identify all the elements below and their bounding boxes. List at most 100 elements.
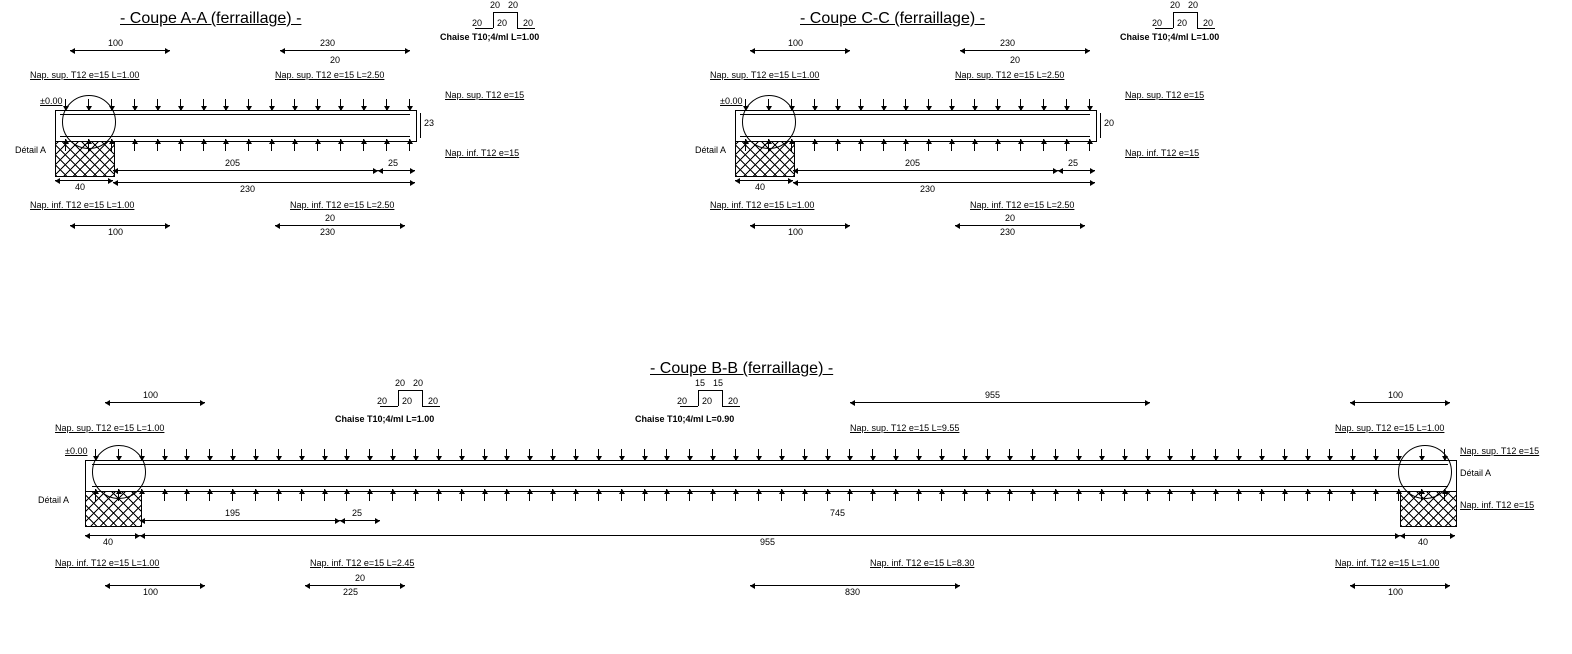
dim-bar — [340, 520, 380, 521]
dim-230: 230 — [1000, 38, 1015, 48]
level: ±0.00 — [720, 96, 742, 106]
dim-40: 40 — [75, 182, 85, 192]
dim-100-2: 100 — [788, 227, 803, 237]
c2-dim: 20 — [677, 396, 687, 406]
nap-inf-830: Nap. inf. T12 e=15 L=8.30 — [870, 558, 974, 568]
nap-inf-1: Nap. inf. T12 e=15 L=1.00 — [55, 558, 159, 568]
dim-25: 25 — [352, 508, 362, 518]
nap-inf-245: Nap. inf. T12 e=15 L=2.45 — [310, 558, 414, 568]
c1-dim: 20 — [377, 396, 387, 406]
detail-a: Détail A — [695, 145, 726, 155]
arrows-sup — [95, 489, 1445, 501]
dim-230-3: 230 — [320, 227, 335, 237]
section-a: - Coupe A-A (ferraillage) - 20 20 20 20 … — [0, 0, 600, 250]
rebar-bot — [92, 486, 1448, 487]
dim-20b: 20 — [1005, 213, 1015, 223]
ch-dim: 20 — [523, 18, 533, 28]
chaise1-label: Chaise T10;4/ml L=1.00 — [335, 414, 434, 424]
chaise-label: Chaise T10;4/ml L=1.00 — [440, 32, 539, 42]
dim-bar — [140, 520, 340, 521]
nap-inf-2: Nap. inf. T12 e=15 L=2.50 — [290, 200, 394, 210]
dim-bar — [275, 225, 405, 226]
c1-dim: 20 — [428, 396, 438, 406]
dim-bar — [750, 585, 960, 586]
ch-dim: 20 — [508, 0, 518, 10]
dim-25: 25 — [388, 158, 398, 168]
c2-dim: 20 — [702, 396, 712, 406]
chaise2-label: Chaise T10;4/ml L=0.90 — [635, 414, 734, 424]
nap-sup-1: Nap. sup. T12 e=15 L=1.00 — [55, 423, 164, 433]
dim-bar — [1350, 585, 1450, 586]
dim-bar — [1400, 535, 1455, 536]
dim-230-3: 230 — [1000, 227, 1015, 237]
nap-sup-label: Nap. sup. T12 e=15 — [1125, 90, 1204, 100]
detail-left — [92, 445, 146, 499]
title-c: - Coupe C-C (ferraillage) - — [800, 10, 985, 28]
dim-20r: 20 — [1104, 118, 1114, 128]
dim-205: 205 — [905, 158, 920, 168]
dim-bar — [105, 585, 205, 586]
ch-dim: 20 — [472, 18, 482, 28]
level: ±0.00 — [65, 446, 87, 456]
dim-bar — [85, 535, 140, 536]
dim-bar — [955, 225, 1085, 226]
detail-circle — [742, 95, 796, 149]
dim-225: 225 — [343, 587, 358, 597]
dim-bar — [750, 50, 850, 51]
ch-dim: 20 — [1177, 18, 1187, 28]
dim-40: 40 — [755, 182, 765, 192]
dim-230-2: 230 — [240, 184, 255, 194]
nap-sup-1: Nap. sup. T12 e=15 L=1.00 — [30, 70, 139, 80]
dim-23: 23 — [424, 118, 434, 128]
dim-bar — [113, 170, 378, 171]
c2-dim: 15 — [713, 378, 723, 388]
dim-bar — [140, 535, 1400, 536]
dim-bar — [105, 402, 205, 403]
ch-dim: 20 — [1170, 0, 1180, 10]
dim-bar — [850, 402, 1150, 403]
dim-100b: 100 — [143, 587, 158, 597]
dim-100d: 100 — [1388, 587, 1403, 597]
dim-bar — [750, 225, 850, 226]
dim-bar — [280, 50, 410, 51]
rebar-bot — [60, 136, 410, 137]
level: ±0.00 — [40, 96, 62, 106]
arrows-inf — [95, 449, 1445, 461]
nap-sup-1: Nap. sup. T12 e=15 L=1.00 — [710, 70, 819, 80]
dim-40r: 40 — [1418, 537, 1428, 547]
dim-bar — [70, 50, 170, 51]
dim-bar — [113, 182, 415, 183]
nap-inf-label: Nap. inf. T12 e=15 — [1460, 500, 1534, 510]
ch-dim: 20 — [1152, 18, 1162, 28]
c2-dim: 15 — [695, 378, 705, 388]
c1-dim: 20 — [413, 378, 423, 388]
dim-955b: 955 — [760, 537, 775, 547]
ch-dim: 20 — [1203, 18, 1213, 28]
nap-sup-955: Nap. sup. T12 e=15 L=9.55 — [850, 423, 959, 433]
dim-230: 230 — [320, 38, 335, 48]
dim-bar — [55, 180, 113, 181]
c1-dim: 20 — [402, 396, 412, 406]
dim-bar — [1058, 170, 1095, 171]
nap-inf-1: Nap. inf. T12 e=15 L=1.00 — [710, 200, 814, 210]
nap-sup-2: Nap. sup. T12 e=15 L=2.50 — [955, 70, 1064, 80]
detail-l-label: Détail A — [38, 495, 69, 505]
c2-dim: 20 — [728, 396, 738, 406]
arrows-sup — [65, 139, 410, 151]
rebar-top — [92, 464, 1448, 465]
detail-r-label: Détail A — [1460, 468, 1491, 478]
dim-100: 100 — [108, 38, 123, 48]
nap-inf-1: Nap. inf. T12 e=15 L=1.00 — [30, 200, 134, 210]
dim-955: 955 — [985, 390, 1000, 400]
section-b: - Coupe B-B (ferraillage) - 20 20 20 20 … — [0, 360, 1572, 650]
ch-dim: 20 — [497, 18, 507, 28]
nap-sup-2: Nap. sup. T12 e=15 L=2.50 — [275, 70, 384, 80]
nap-sup-r: Nap. sup. T12 e=15 L=1.00 — [1335, 423, 1444, 433]
dim-20s: 20 — [1010, 55, 1020, 65]
dim-bar — [960, 50, 1090, 51]
detail-circle — [62, 95, 116, 149]
detail-a: Détail A — [15, 145, 46, 155]
detail-right — [1398, 445, 1452, 499]
arrows-inf — [745, 99, 1090, 111]
ch-dim: 20 — [1188, 0, 1198, 10]
